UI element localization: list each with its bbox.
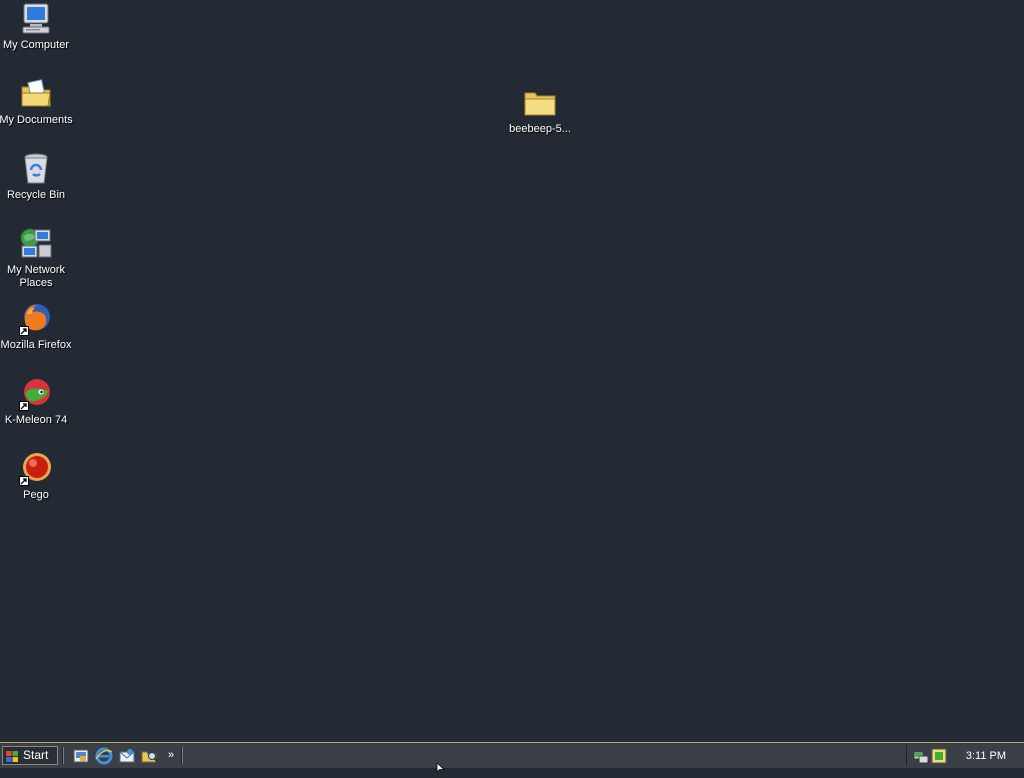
desktop-icon-label: K-Meleon 74 (4, 414, 68, 426)
k-meleon-icon (19, 377, 53, 411)
start-button[interactable]: Start (2, 746, 58, 765)
folder-icon (523, 86, 557, 120)
network-tray-icon[interactable] (913, 748, 929, 764)
firefox-icon (19, 302, 53, 336)
desktop-icon-label: My Computer (2, 39, 70, 51)
my-computer-icon (19, 2, 53, 36)
recycle-bin-icon (19, 152, 53, 186)
desktop-icon-my-documents[interactable]: My Documents (0, 77, 74, 127)
start-label: Start (23, 748, 49, 762)
desktop[interactable]: My Computer My Documents Recycle Bin My … (0, 0, 1024, 742)
pego-icon (19, 452, 53, 486)
desktop-icon-recycle-bin[interactable]: Recycle Bin (0, 152, 74, 202)
show-desktop-icon[interactable] (72, 747, 90, 765)
shortcut-arrow-icon (19, 326, 29, 336)
windows-logo-icon (6, 750, 18, 762)
taskbar-separator (181, 747, 183, 764)
windows-explorer-icon[interactable] (141, 747, 159, 765)
desktop-icon-label: Mozilla Firefox (0, 339, 72, 351)
desktop-icon-label: Recycle Bin (6, 189, 66, 201)
internet-explorer-icon[interactable] (95, 747, 113, 765)
shortcut-arrow-icon (19, 401, 29, 411)
desktop-icon-label: My Network Places (6, 264, 66, 289)
taskbar: Start » 3:11 PM (0, 742, 1024, 768)
desktop-icon-beebeep-folder[interactable]: beebeep-5... (502, 86, 578, 136)
shortcut-arrow-icon (19, 476, 29, 486)
outlook-express-icon[interactable] (118, 747, 136, 765)
my-documents-icon (19, 77, 53, 111)
taskbar-separator (62, 747, 64, 764)
tray-app-icon[interactable] (931, 748, 947, 764)
mouse-cursor-icon (436, 760, 446, 773)
desktop-icon-my-network-places[interactable]: My Network Places (0, 227, 74, 290)
desktop-icon-pego[interactable]: Pego (0, 452, 74, 502)
desktop-icon-my-computer[interactable]: My Computer (0, 2, 74, 52)
system-tray: 3:11 PM (906, 745, 1024, 766)
desktop-icon-label: beebeep-5... (509, 123, 571, 135)
desktop-icon-mozilla-firefox[interactable]: Mozilla Firefox (0, 302, 74, 352)
desktop-icon-label: Pego (23, 489, 49, 501)
desktop-icon-k-meleon[interactable]: K-Meleon 74 (0, 377, 74, 427)
taskbar-clock[interactable]: 3:11 PM (966, 750, 1006, 762)
desktop-icon-label: My Documents (0, 114, 73, 126)
network-places-icon (19, 227, 53, 261)
quick-launch-chevron[interactable]: » (168, 749, 178, 763)
